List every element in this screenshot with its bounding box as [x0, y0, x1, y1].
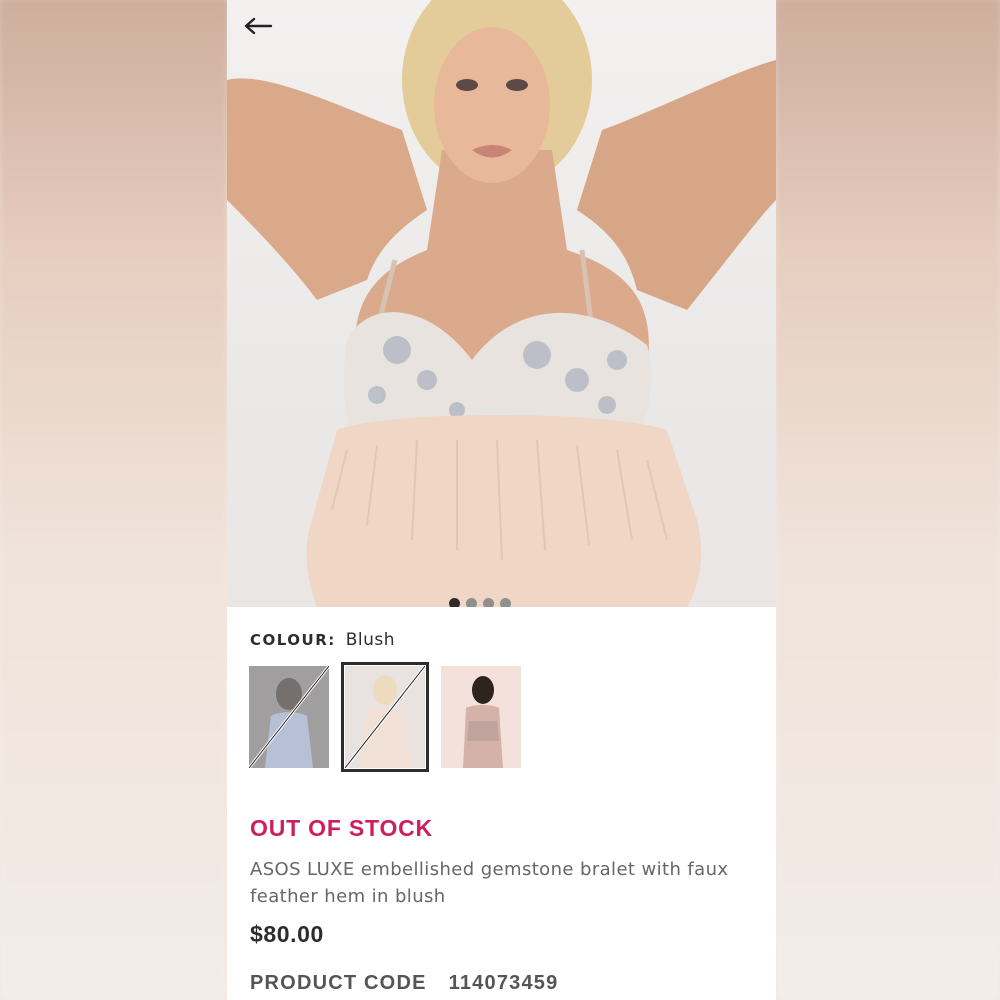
carousel-dot[interactable] — [449, 598, 460, 607]
product-title: ASOS LUXE embellished gemstone bralet wi… — [250, 859, 729, 907]
colour-label: COLOUR: — [250, 631, 336, 649]
swatch-blush[interactable] — [341, 662, 429, 772]
swatch-thumbnail — [345, 666, 425, 768]
swatch-pink[interactable] — [441, 666, 521, 768]
swatch-thumbnail — [441, 666, 521, 768]
background-left — [0, 0, 227, 1000]
swatch-blue[interactable] — [249, 666, 329, 768]
colour-swatches — [249, 662, 521, 772]
swatch-thumbnail — [249, 666, 329, 768]
product-photo — [227, 0, 776, 607]
stock-status: OUT OF STOCK — [250, 815, 433, 841]
product-code-value: 114073459 — [448, 972, 559, 994]
colour-selector-label: COLOUR: Blush — [250, 630, 395, 650]
arrow-left-icon — [244, 17, 273, 35]
product-code-row: PRODUCT CODE 114073459 — [250, 972, 558, 995]
product-image-carousel[interactable] — [227, 0, 776, 607]
carousel-dot[interactable] — [483, 598, 494, 607]
carousel-pagination — [449, 598, 511, 607]
product-code-label: PRODUCT CODE — [250, 972, 427, 994]
product-price: $80.00 — [250, 921, 324, 947]
carousel-dot[interactable] — [466, 598, 477, 607]
back-button[interactable] — [243, 16, 279, 48]
carousel-dot[interactable] — [500, 598, 511, 607]
colour-value: Blush — [345, 630, 396, 650]
product-page: COLOUR: Blush OUT OF STOCK ASOS LUXE emb… — [227, 0, 776, 1000]
background-right — [776, 0, 1000, 1000]
